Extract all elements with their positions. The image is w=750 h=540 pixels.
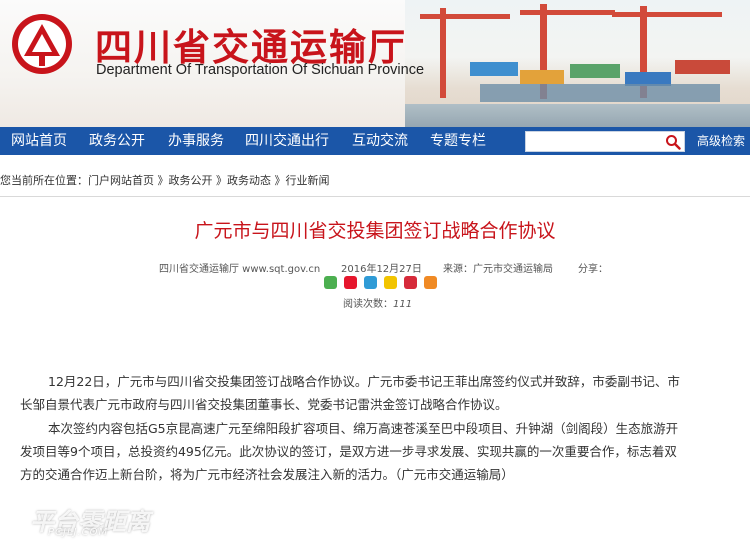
container-decoration — [470, 62, 518, 76]
divider — [0, 196, 750, 197]
breadcrumb-item-gov-news[interactable]: 政务动态 — [227, 174, 271, 187]
breadcrumb-separator: 》 — [154, 174, 169, 187]
nav-item-gov-affairs[interactable]: 政务公开 — [89, 127, 145, 155]
nav-item-services[interactable]: 办事服务 — [168, 127, 224, 155]
crane-decoration — [440, 8, 446, 98]
advanced-search-link[interactable]: 高级检索 — [697, 127, 745, 155]
crane-decoration — [420, 14, 510, 19]
container-decoration — [675, 60, 730, 74]
article-source: 四川省交通运输厅 www.sqt.gov.cn — [159, 264, 321, 275]
article-paragraph-line: 发项目等9个项目，总投资约495亿元。此次协议的签订，是双方进一步寻求发展、实现… — [20, 444, 677, 459]
nav-item-home[interactable]: 网站首页 — [11, 127, 67, 155]
article-paragraph-line: 方的交通合作迈上新台阶，将为广元市经济社会发展注入新的活力。（广元市交通运输局） — [20, 467, 514, 482]
views-label: 阅读次数： — [343, 299, 393, 310]
article-origin: 来源：广元市交通运输局 — [443, 264, 553, 275]
breadcrumb-item-industry-news[interactable]: 行业新闻 — [286, 174, 330, 187]
header-banner: 四川省交通运输厅 Department Of Transportation Of… — [0, 0, 750, 127]
wechat-icon[interactable] — [324, 276, 337, 289]
breadcrumb-separator: 》 — [271, 174, 286, 187]
article-paragraph-line: 12月22日，广元市与四川省交投集团签订战略合作协议。广元市委书记王菲出席签约仪… — [48, 374, 680, 389]
crane-decoration — [612, 12, 722, 17]
share-label: 分享： — [578, 264, 608, 275]
search-input[interactable] — [528, 133, 662, 150]
breadcrumb: 您当前所在位置：门户网站首页 》政务公开 》政务动态 》行业新闻 — [0, 172, 330, 188]
site-title-en: Department Of Transportation Of Sichuan … — [96, 62, 425, 78]
breadcrumb-prefix: 您当前所在位置： — [0, 174, 88, 187]
crane-decoration — [520, 10, 615, 15]
provincial-emblem-icon — [12, 14, 72, 74]
breadcrumb-separator: 》 — [212, 174, 227, 187]
more-share-icon[interactable] — [424, 276, 438, 289]
nav-item-topics[interactable]: 专题专栏 — [430, 127, 486, 155]
search-box — [525, 131, 685, 152]
breadcrumb-item-gov-affairs[interactable]: 政务公开 — [169, 174, 213, 187]
container-decoration — [520, 70, 564, 84]
nav-item-travel[interactable]: 四川交通出行 — [245, 127, 329, 155]
ship-decoration — [480, 84, 720, 102]
view-count: 阅读次数：111 — [343, 295, 412, 310]
views-count: 111 — [393, 299, 413, 310]
article-date: 2016年12月27日 — [341, 264, 422, 275]
breadcrumb-item-home[interactable]: 门户网站首页 — [88, 174, 154, 187]
water-decoration — [405, 104, 750, 127]
container-decoration — [570, 64, 620, 78]
article-title: 广元市与四川省交投集团签订战略合作协议 — [194, 220, 556, 242]
qzone-icon[interactable] — [384, 276, 398, 289]
weibo-icon[interactable] — [344, 276, 358, 289]
watermark-url: PCJLJ.COM — [48, 527, 109, 538]
tencent-weibo-icon[interactable] — [364, 276, 378, 289]
search-icon[interactable] — [665, 134, 681, 150]
article-paragraph-line: 本次签约内容包括G5京昆高速广元至绵阳段扩容项目、绵万高速苍溪至巴中段项目、升钟… — [48, 421, 679, 436]
nav-item-interaction[interactable]: 互动交流 — [352, 127, 408, 155]
renren-icon[interactable] — [404, 276, 418, 289]
share-buttons — [324, 276, 439, 290]
article-paragraph-line: 长邹自景代表广元市政府与四川省交投集团董事长、党委书记雷洪金签订战略合作协议。 — [20, 397, 508, 412]
